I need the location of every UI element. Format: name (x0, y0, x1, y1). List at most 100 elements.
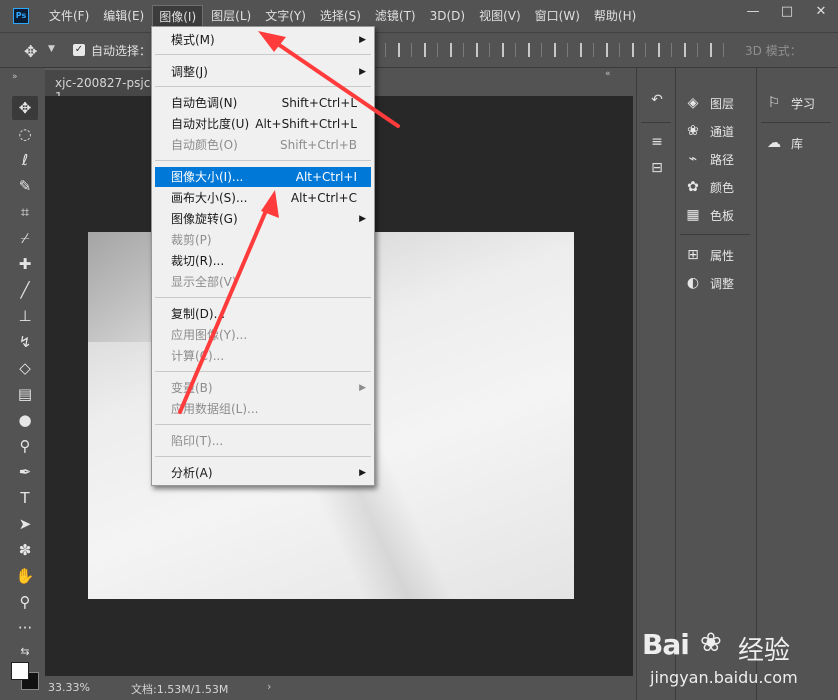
panel-paths[interactable]: ⌁ 路径 (684, 148, 734, 170)
swap-colors-icon[interactable]: ⇆ (12, 640, 38, 664)
menu-item-image-size[interactable]: 图像大小(I)... Alt+Ctrl+I (155, 167, 371, 187)
menu-image[interactable]: 图像(I) (152, 5, 204, 27)
menu-item-shortcut: Shift+Ctrl+L (281, 96, 357, 110)
align-icon[interactable] (606, 43, 620, 57)
menu-item-adjustments[interactable]: 调整(J) ▶ (155, 62, 371, 82)
menu-type[interactable]: 文字(Y) (259, 5, 312, 27)
menu-help[interactable]: 帮助(H) (588, 5, 642, 27)
submenu-arrow-icon: ▶ (359, 35, 366, 45)
eraser-tool-icon[interactable]: ◇ (12, 356, 38, 380)
menu-item-mode[interactable]: 模式(M) ▶ (155, 30, 371, 50)
menu-item-label: 复制(D)... (171, 307, 226, 321)
close-button[interactable]: ✕ (804, 0, 838, 26)
hand-tool-icon[interactable]: ✋ (12, 564, 38, 588)
document-tab[interactable]: xjc-200827-psjc-1 (45, 68, 157, 104)
menu-item-reveal-all: 显示全部(V) (155, 272, 371, 292)
move-tool-icon[interactable]: ✥ (12, 96, 38, 120)
lasso-tool-icon[interactable]: ℓ (12, 148, 38, 172)
align-icon[interactable] (658, 43, 672, 57)
shape-tool-icon[interactable]: ✽ (12, 538, 38, 562)
align-icon[interactable] (710, 43, 724, 57)
history-icon[interactable]: ↶ (647, 92, 667, 112)
window-controls: — □ ✕ (736, 0, 838, 26)
menu-item-label: 裁剪(P) (171, 233, 212, 247)
menu-edit[interactable]: 编辑(E) (97, 5, 150, 27)
chevron-down-icon[interactable]: ▼ (48, 44, 55, 54)
menu-item-label: 图像大小(I)... (171, 170, 244, 184)
history-brush-tool-icon[interactable]: ↯ (12, 330, 38, 354)
align-icon[interactable] (528, 43, 542, 57)
align-icon[interactable] (476, 43, 490, 57)
menu-item-calculations: 计算(C)... (155, 346, 371, 366)
panel-channels[interactable]: ❀ 通道 (684, 120, 734, 142)
align-icon[interactable] (502, 43, 516, 57)
image-menu-dropdown: 模式(M) ▶ 调整(J) ▶ 自动色调(N) Shift+Ctrl+L 自动对比度(… (151, 26, 375, 486)
zoom-tool-icon[interactable]: ⚲ (12, 590, 38, 614)
menu-item-canvas-size[interactable]: 画布大小(S)... Alt+Ctrl+C (155, 188, 371, 208)
quick-select-tool-icon[interactable]: ✎ (12, 174, 38, 198)
type-tool-icon[interactable]: T (12, 486, 38, 510)
menu-separator (155, 86, 371, 87)
menu-layer[interactable]: 图层(L) (205, 5, 257, 27)
panel-swatches[interactable]: ▦ 色板 (684, 204, 734, 226)
panel-learn[interactable]: ⚐ 学习 (765, 92, 815, 114)
align-icon[interactable] (450, 43, 464, 57)
menu-item-duplicate[interactable]: 复制(D)... (155, 304, 371, 324)
chevron-right-icon[interactable]: › (267, 680, 271, 693)
brush-settings-icon[interactable]: ≡ (647, 134, 667, 154)
menu-window[interactable]: 窗口(W) (529, 5, 586, 27)
foreground-color-swatch[interactable] (11, 662, 29, 680)
menu-file[interactable]: 文件(F) (43, 5, 95, 27)
crop-tool-icon[interactable]: ⌗ (12, 200, 38, 224)
tool-presets-icon[interactable]: ⊟ (647, 160, 667, 180)
menu-view[interactable]: 视图(V) (473, 5, 527, 27)
panel-channels-label: 通道 (710, 124, 735, 139)
panel-libraries[interactable]: ☁ 库 (765, 132, 803, 154)
panel-strip-layers: ◈ 图层 ❀ 通道 ⌁ 路径 ✿ 颜色 ▦ 色板 ⊞ 属性 ◐ 调整 (675, 68, 755, 700)
gradient-tool-icon[interactable]: ▤ (12, 382, 38, 406)
menu-separator (155, 54, 371, 55)
menu-filter[interactable]: 滤镜(T) (369, 5, 422, 27)
blur-tool-icon[interactable]: ● (12, 408, 38, 432)
menu-item-crop: 裁剪(P) (155, 230, 371, 250)
menu-item-auto-contrast[interactable]: 自动对比度(U) Alt+Shift+Ctrl+L (155, 114, 371, 134)
menu-item-analysis[interactable]: 分析(A) ▶ (155, 463, 371, 483)
dodge-tool-icon[interactable]: ⚲ (12, 434, 38, 458)
path-select-tool-icon[interactable]: ➤ (12, 512, 38, 536)
panel-properties[interactable]: ⊞ 属性 (684, 244, 734, 266)
align-icon[interactable] (684, 43, 698, 57)
minimize-button[interactable]: — (736, 0, 770, 26)
marquee-tool-icon[interactable]: ◌ (12, 122, 38, 146)
auto-select-checkbox[interactable]: ✓ (73, 44, 85, 56)
zoom-level[interactable]: 33.33% (48, 681, 90, 694)
layers-icon: ◈ (687, 95, 699, 111)
panel-color[interactable]: ✿ 颜色 (684, 176, 734, 198)
menu-select[interactable]: 选择(S) (314, 5, 367, 27)
pen-tool-icon[interactable]: ✒ (12, 460, 38, 484)
align-icon[interactable] (554, 43, 568, 57)
panel-adjustments[interactable]: ◐ 调整 (684, 272, 734, 294)
panel-layers[interactable]: ◈ 图层 (684, 92, 734, 114)
panel-color-label: 颜色 (710, 180, 735, 195)
brush-tool-icon[interactable]: ╱ (12, 278, 38, 302)
maximize-button[interactable]: □ (770, 0, 804, 26)
align-icon[interactable] (580, 43, 594, 57)
menu-3d[interactable]: 3D(D) (424, 5, 471, 27)
collapse-icon[interactable]: « (605, 69, 611, 79)
more-tools-icon[interactable]: ··· (12, 616, 38, 640)
eyedropper-tool-icon[interactable]: ⌿ (12, 226, 38, 250)
collapse-icon[interactable]: » (12, 72, 18, 82)
panel-paths-label: 路径 (710, 152, 735, 167)
menu-item-image-rotation[interactable]: 图像旋转(G) ▶ (155, 209, 371, 229)
align-icon[interactable] (424, 43, 438, 57)
panel-properties-label: 属性 (710, 248, 735, 263)
healing-brush-tool-icon[interactable]: ✚ (12, 252, 38, 276)
move-tool-icon[interactable]: ✥ (24, 42, 37, 61)
align-icon[interactable] (398, 43, 412, 57)
menu-item-trim[interactable]: 裁切(R)... (155, 251, 371, 271)
menu-item-auto-tone[interactable]: 自动色调(N) Shift+Ctrl+L (155, 93, 371, 113)
align-icon[interactable] (632, 43, 646, 57)
stamp-tool-icon[interactable]: ⊥ (12, 304, 38, 328)
toolbox: » ✥ ◌ ℓ ✎ ⌗ ⌿ ✚ ╱ ⊥ ↯ ◇ ▤ ● ⚲ ✒ T ➤ ✽ ✋ … (6, 68, 42, 700)
channels-icon: ❀ (687, 123, 699, 139)
